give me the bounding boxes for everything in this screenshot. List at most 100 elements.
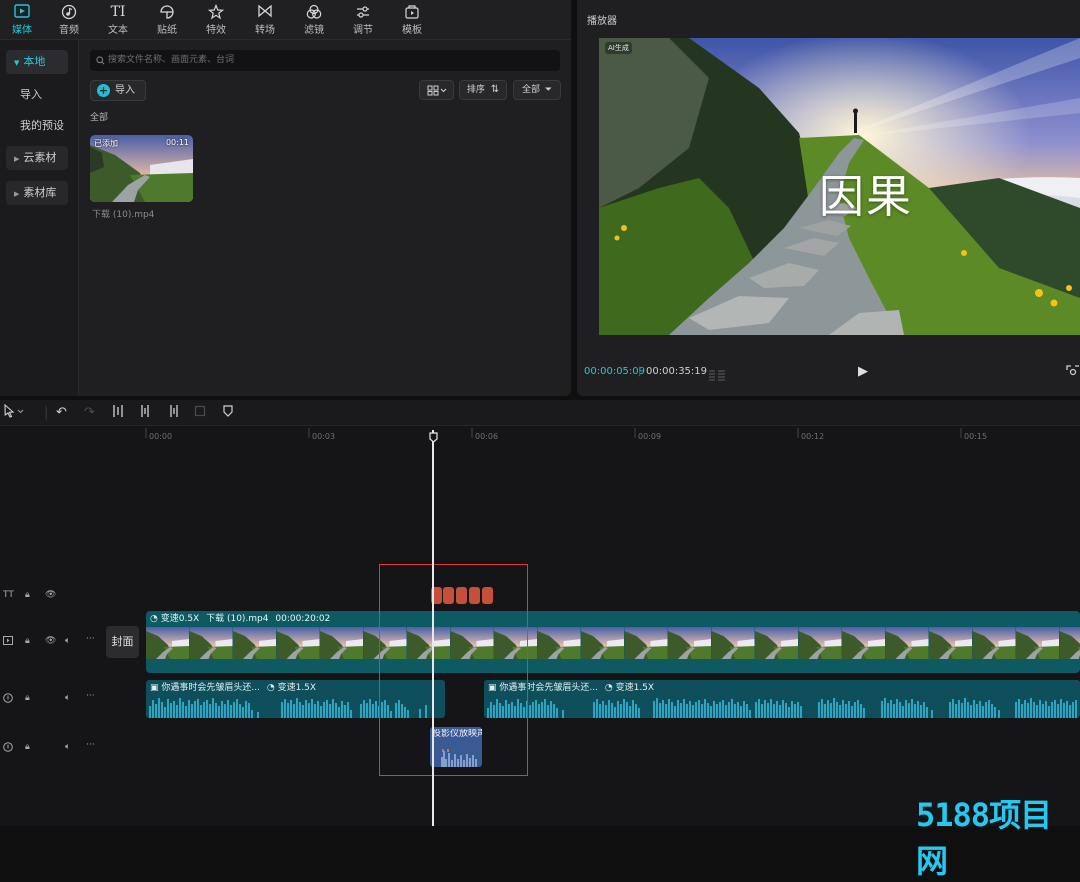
sidebar-item-label: 导入 <box>20 88 42 101</box>
speaker-icon[interactable]: 🔈︎ <box>65 742 70 752</box>
tab-sticker[interactable]: 贴纸 <box>145 0 189 40</box>
eye-icon[interactable]: 👁︎ <box>45 590 56 600</box>
import-button[interactable]: + 导入 <box>90 80 146 101</box>
more-icon[interactable]: ··· <box>86 691 95 701</box>
sidebar-item-import[interactable]: 导入 <box>6 83 68 107</box>
speaker-icon[interactable]: 🔈︎ <box>65 693 70 703</box>
tab-effects[interactable]: 特效 <box>194 0 238 40</box>
video-clip-header: ◔ 变速0.5X 下载 (10).mp4 00:00:20:02 <box>146 612 330 626</box>
ruler-label: 00:15 <box>964 432 988 441</box>
ruler-label: 00:06 <box>475 432 499 441</box>
search-input[interactable]: 搜索文件名称、画面元素、台词 <box>90 50 560 71</box>
tab-text[interactable]: TI 文本 <box>96 0 140 40</box>
audio-track-icon <box>3 693 13 706</box>
video-clip-speed: 变速0.5X <box>160 614 200 624</box>
toolbar-divider: | <box>44 405 49 420</box>
sort-label: 排序 <box>466 85 485 95</box>
total-time: 00:00:35:19 <box>646 366 708 377</box>
lock-icon[interactable]: 🔒︎ <box>25 742 30 752</box>
lock-icon[interactable]: 🔒︎ <box>25 590 30 600</box>
sort-icon: ⇅ <box>490 84 500 95</box>
lock-icon[interactable]: 🔒︎ <box>25 636 30 646</box>
audio-icon <box>59 4 79 21</box>
lock-icon[interactable]: 🔒︎ <box>25 693 30 703</box>
view-mode-button[interactable] <box>419 80 454 100</box>
import-label: 导入 <box>115 85 135 96</box>
ai-generated-badge: AI生成 <box>605 42 632 54</box>
sidebar-item-library[interactable]: ▶ 素材库 <box>6 181 68 205</box>
ruler-label: 00:00 <box>149 432 173 441</box>
top-tab-bar: 媒体 音频 TI 文本 贴纸 特效 转场 滤镜 调节 模板 <box>0 0 571 40</box>
video-clip-name: 下载 (10).mp4 <box>206 614 269 624</box>
tab-template[interactable]: 模板 <box>390 0 434 40</box>
speed-icon: ◔ <box>266 683 275 693</box>
tab-label: 转场 <box>255 25 275 36</box>
delete-left-icon[interactable] <box>140 404 152 424</box>
filter-button[interactable]: 全部 ⏷ <box>513 80 561 100</box>
transition-icon <box>255 4 275 21</box>
adjust-icon <box>353 4 373 21</box>
speed-icon: ◔ <box>150 614 158 624</box>
speaker-icon[interactable]: 🔈︎ <box>65 636 70 646</box>
tab-transition[interactable]: 转场 <box>243 0 287 40</box>
ruler-label: 00:03 <box>312 432 336 441</box>
playhead-handle-icon[interactable] <box>429 428 438 443</box>
ruler-label: 00:12 <box>801 432 825 441</box>
tab-media[interactable]: 媒体 <box>0 0 44 40</box>
tab-filter[interactable]: 滤镜 <box>292 0 336 40</box>
fullscreen-icon[interactable] <box>1066 364 1080 378</box>
sidebar-item-local[interactable]: ▼ 本地 <box>6 50 68 74</box>
split-icon[interactable] <box>112 404 124 424</box>
tab-audio[interactable]: 音频 <box>47 0 91 40</box>
plus-icon: + <box>97 84 110 97</box>
timeline-ruler[interactable] <box>145 428 1080 444</box>
crop-icon[interactable] <box>194 404 206 424</box>
more-icon[interactable]: ··· <box>86 634 95 644</box>
tab-label: 特效 <box>206 25 226 36</box>
media-icon <box>12 4 32 21</box>
filter-label: 全部 <box>521 85 540 95</box>
caption-text[interactable]: 因果 <box>819 160 913 225</box>
grid-view-icon <box>427 85 447 99</box>
redo-icon[interactable]: ↷ <box>84 404 95 422</box>
audio-track-icon <box>3 742 13 755</box>
waveform-icon[interactable] <box>708 366 726 381</box>
tab-label: 贴纸 <box>157 25 177 36</box>
sidebar-item-cloud[interactable]: ▶ 云素材 <box>6 146 68 170</box>
sidebar-item-label: 素材库 <box>23 186 57 199</box>
play-icon[interactable]: ▶ <box>858 364 868 379</box>
tab-label: 滤镜 <box>304 25 324 36</box>
tab-label: 媒体 <box>12 25 32 36</box>
undo-icon[interactable]: ↶ <box>56 404 67 422</box>
audio-clip-speed: 变速1.5X <box>277 683 317 693</box>
sidebar-item-label: 云素材 <box>23 151 57 164</box>
highlight-box <box>379 564 528 776</box>
sort-button[interactable]: 排序 ⇅ <box>459 80 507 100</box>
media-item-name: 下载 (10).mp4 <box>92 210 155 220</box>
sidebar-item-label: 我的预设 <box>20 119 64 132</box>
tab-adjust[interactable]: 调节 <box>341 0 385 40</box>
more-icon[interactable]: ··· <box>86 740 95 750</box>
tab-label: 文本 <box>108 25 128 36</box>
eye-icon[interactable]: 👁︎ <box>45 636 56 646</box>
select-tool-icon[interactable] <box>4 403 26 424</box>
cover-button[interactable]: 封面 <box>106 626 139 658</box>
funnel-icon: ⏷ <box>544 85 553 95</box>
player-title: 播放器 <box>587 16 617 27</box>
audio-clip-speed: 变速1.5X <box>615 683 655 693</box>
text-icon: TI <box>110 4 126 20</box>
marker-icon[interactable] <box>222 404 234 424</box>
time-separator: | <box>638 366 642 377</box>
sidebar-item-my-presets[interactable]: 我的预设 <box>6 114 76 138</box>
search-icon <box>96 50 105 74</box>
timeline-toolbar <box>0 400 1080 426</box>
current-time: 00:00:05:09 <box>584 366 646 377</box>
caret-right-icon: ▶ <box>14 190 20 198</box>
filter-icon <box>304 4 324 21</box>
section-label: 全部 <box>90 113 109 123</box>
playhead-line[interactable] <box>432 430 434 826</box>
caret-down-icon: ▼ <box>14 59 20 67</box>
delete-right-icon[interactable] <box>167 404 179 424</box>
media-item-thumbnail[interactable]: 已添加 00:11 <box>90 135 193 202</box>
search-placeholder: 搜索文件名称、画面元素、台词 <box>108 55 235 65</box>
